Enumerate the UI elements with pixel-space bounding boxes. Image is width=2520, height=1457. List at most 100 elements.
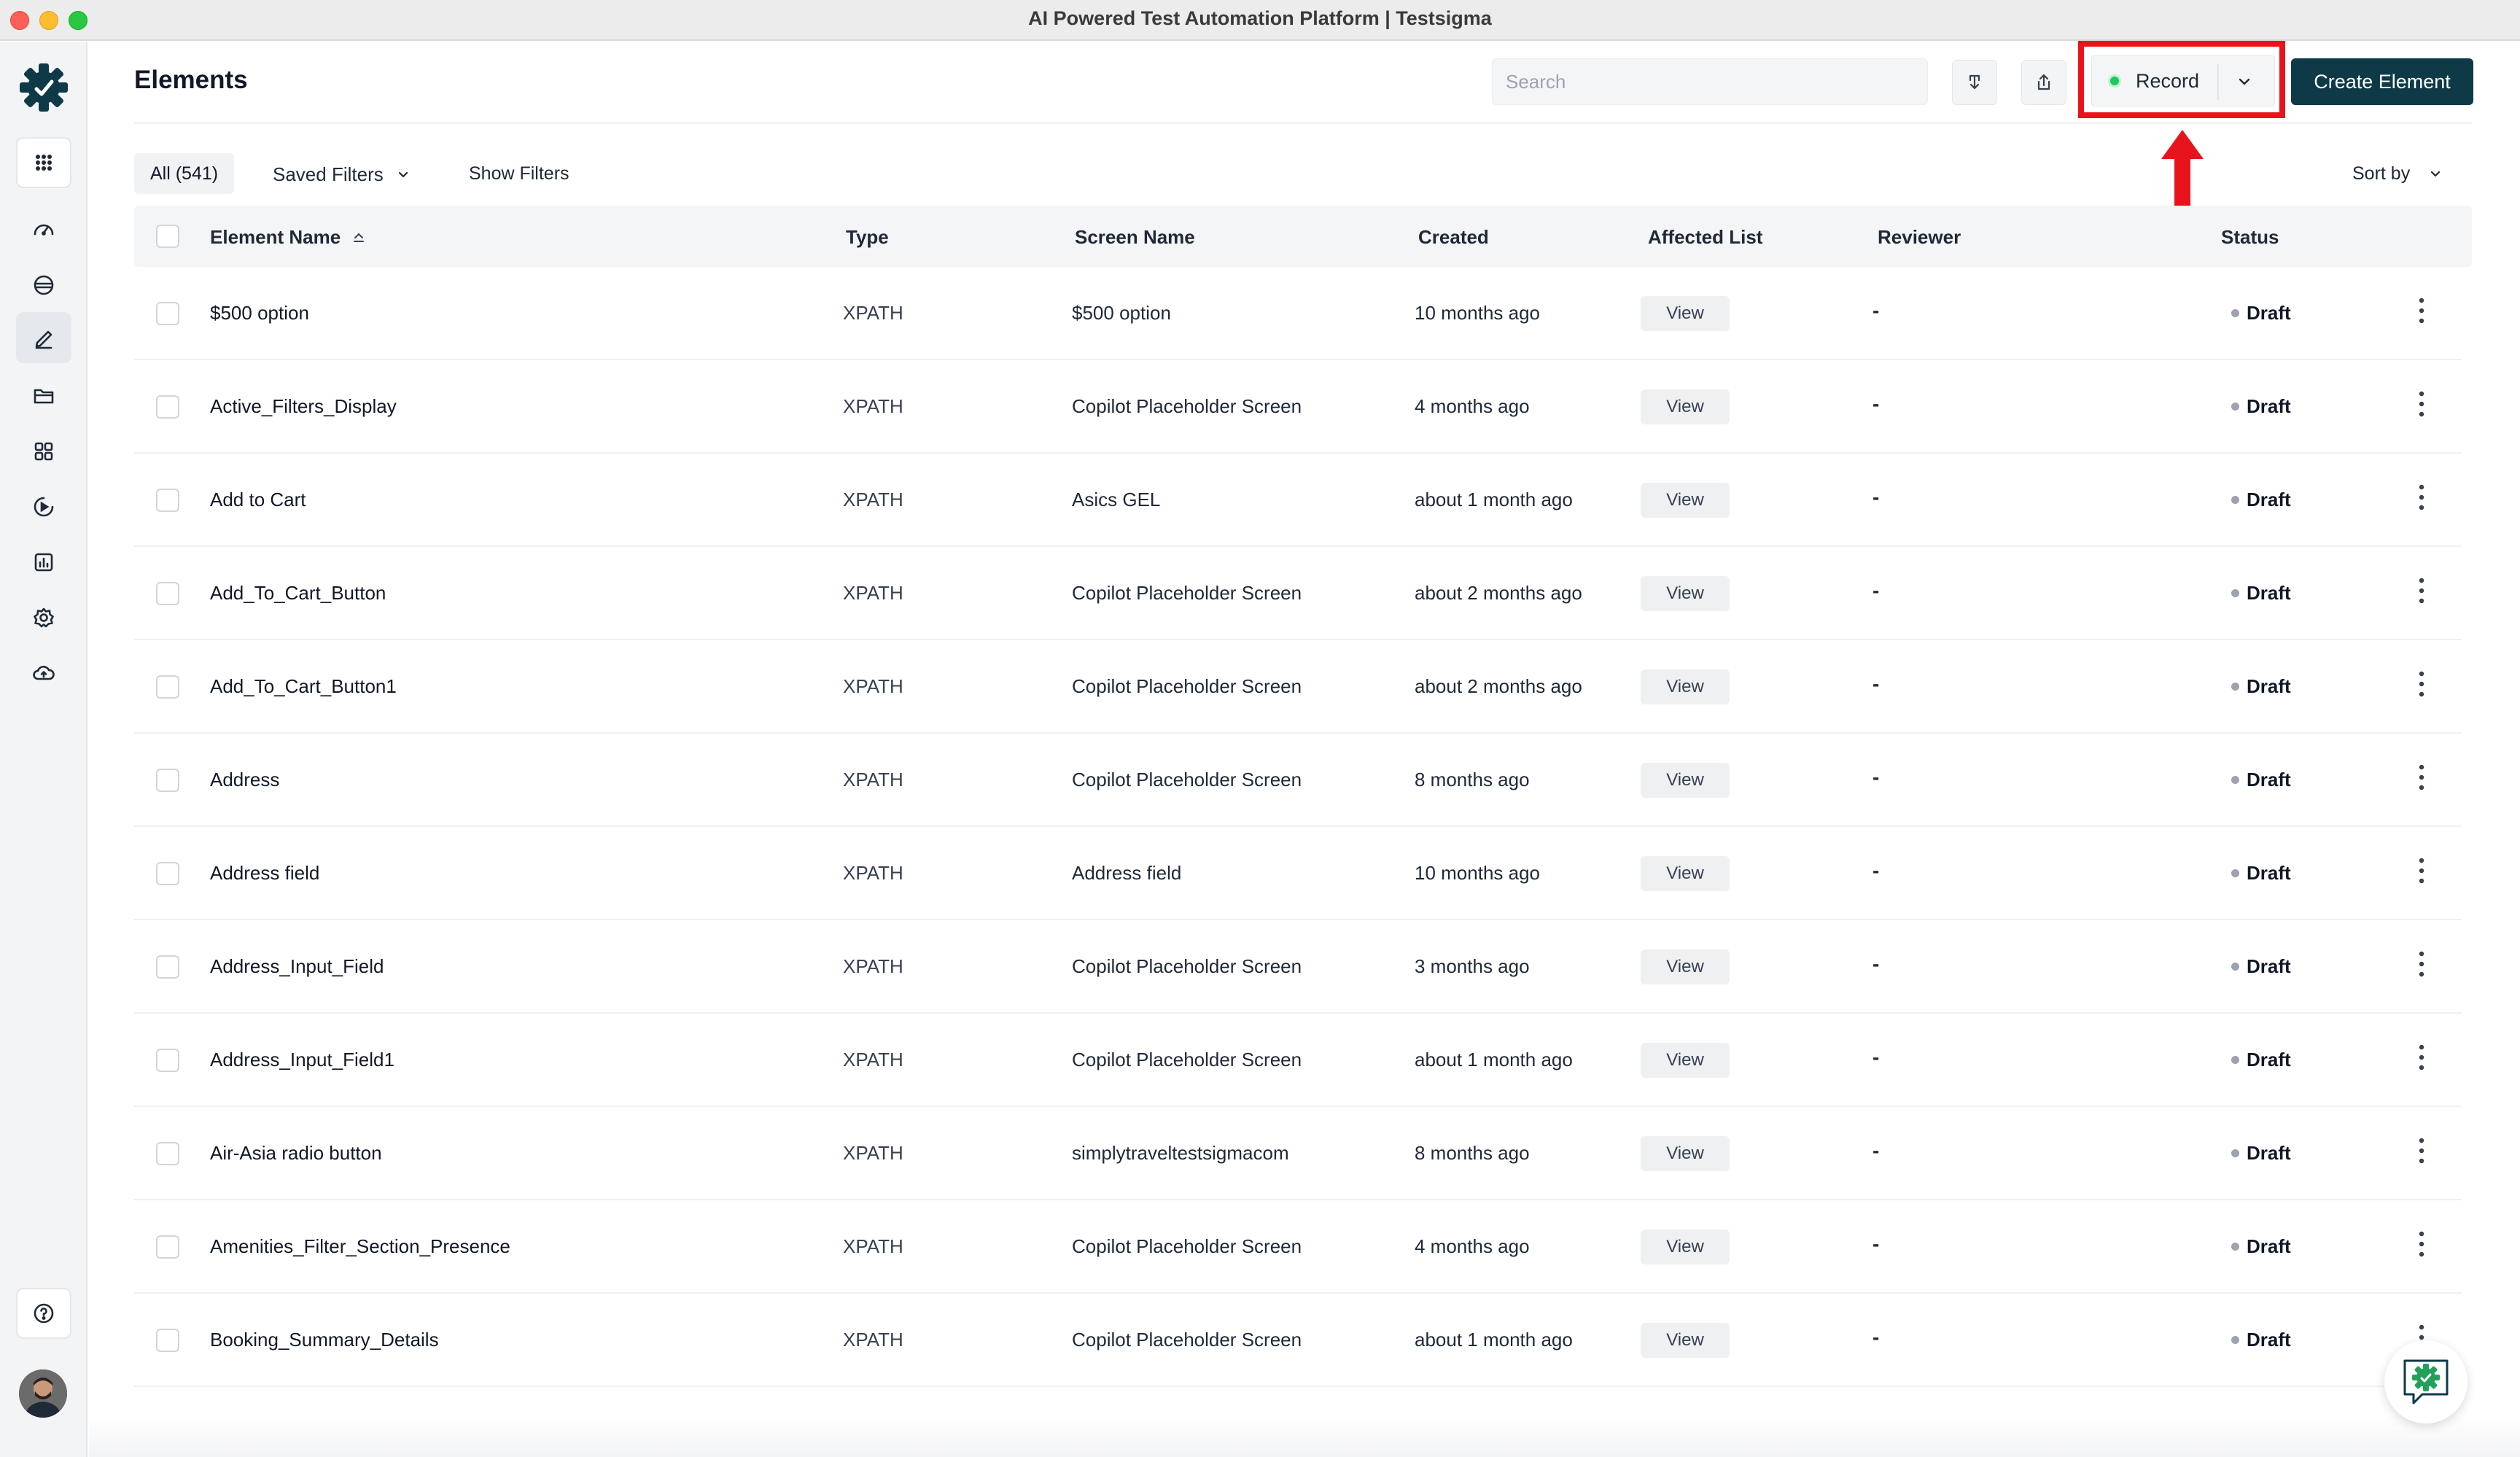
table-row[interactable]: Address_Input_Field1 XPATH Copilot Placeho… <box>134 1014 2462 1107</box>
more-options-icon[interactable] <box>2415 576 2428 605</box>
more-options-icon[interactable] <box>2415 1229 2428 1259</box>
header-divider <box>134 123 2472 124</box>
page-title: Elements <box>134 66 248 94</box>
view-affected-list-button[interactable]: View <box>1641 1136 1730 1171</box>
element-name-cell[interactable]: Add_To_Cart_Button <box>210 582 386 605</box>
column-header-created[interactable]: Created <box>1418 226 1489 249</box>
element-name-cell[interactable]: $500 option <box>210 302 309 325</box>
column-header-type[interactable]: Type <box>846 226 889 249</box>
more-options-icon[interactable] <box>2415 389 2428 419</box>
more-options-icon[interactable] <box>2415 856 2428 885</box>
row-checkbox[interactable] <box>156 675 179 699</box>
table-row[interactable]: Air-Asia radio button XPATH simplytravelte… <box>134 1107 2462 1200</box>
element-name-cell[interactable]: Address field <box>210 862 319 885</box>
dashboard-icon[interactable] <box>16 204 71 255</box>
row-checkbox[interactable] <box>156 955 179 979</box>
row-checkbox[interactable] <box>156 1329 179 1352</box>
view-affected-list-button[interactable]: View <box>1641 389 1730 424</box>
row-checkbox[interactable] <box>156 1142 179 1165</box>
folder-icon[interactable] <box>16 370 71 421</box>
table-row[interactable]: Amenities_Filter_Section_Presence XPATH Co… <box>134 1200 2462 1294</box>
table-row[interactable]: Booking_Summary_Details XPATH Copilot Plac… <box>134 1294 2462 1387</box>
chat-assistant-button[interactable] <box>2384 1340 2468 1423</box>
column-header-reviewer[interactable]: Reviewer <box>1878 226 1961 249</box>
view-affected-list-button[interactable]: View <box>1641 1229 1730 1264</box>
reviewer-cell: - <box>1872 392 1880 415</box>
more-options-icon[interactable] <box>2415 949 2428 979</box>
view-affected-list-button[interactable]: View <box>1641 296 1730 331</box>
add-ons-icon[interactable] <box>16 426 71 477</box>
row-checkbox[interactable] <box>156 489 179 512</box>
table-row[interactable]: Address XPATH Copilot Placeholder Screen 8 … <box>134 734 2462 827</box>
element-name-cell[interactable]: Address_Input_Field1 <box>210 1049 394 1071</box>
create-element-button[interactable]: Create Element <box>2291 58 2473 105</box>
column-header-status[interactable]: Status <box>2221 226 2279 249</box>
row-checkbox[interactable] <box>156 769 179 792</box>
row-checkbox[interactable] <box>156 582 179 605</box>
type-cell: XPATH <box>843 1329 903 1351</box>
table-row[interactable]: Add_To_Cart_Button1 XPATH Copilot Placehol… <box>134 640 2462 734</box>
show-filters-button[interactable]: Show Filters <box>469 163 569 184</box>
view-affected-list-button[interactable]: View <box>1641 949 1730 984</box>
column-header-element-name[interactable]: Element Name <box>210 226 366 249</box>
row-checkbox[interactable] <box>156 862 179 885</box>
created-cell: 10 months ago <box>1415 302 1541 324</box>
apps-grid-icon[interactable] <box>16 137 71 188</box>
view-affected-list-button[interactable]: View <box>1641 483 1730 518</box>
table-row[interactable]: Address_Input_Field XPATH Copilot Placehol… <box>134 920 2462 1014</box>
created-cell: about 1 month ago <box>1415 489 1573 510</box>
test-suites-icon[interactable] <box>16 260 71 311</box>
element-name-cell[interactable]: Air-Asia radio button <box>210 1142 382 1165</box>
row-checkbox[interactable] <box>156 395 179 419</box>
screen-name-cell: Copilot Placeholder Screen <box>1072 675 1302 697</box>
more-options-icon[interactable] <box>2415 296 2428 325</box>
view-affected-list-button[interactable]: View <box>1641 576 1730 611</box>
run-icon[interactable] <box>16 481 71 532</box>
screen-name-cell: Copilot Placeholder Screen <box>1072 1049 1302 1071</box>
testsigma-logo-icon[interactable] <box>19 63 69 112</box>
row-checkbox[interactable] <box>156 1235 179 1259</box>
view-affected-list-button[interactable]: View <box>1641 1043 1730 1078</box>
table-row[interactable]: Address field XPATH Address field 10 months… <box>134 827 2462 920</box>
view-affected-list-button[interactable]: View <box>1641 1323 1730 1358</box>
view-affected-list-button[interactable]: View <box>1641 763 1730 798</box>
element-name-cell[interactable]: Booking_Summary_Details <box>210 1329 439 1351</box>
sort-asc-icon[interactable] <box>351 231 366 246</box>
more-options-icon[interactable] <box>2415 1136 2428 1165</box>
view-affected-list-button[interactable]: View <box>1641 856 1730 891</box>
select-all-checkbox[interactable] <box>156 225 179 248</box>
saved-filters-dropdown[interactable]: Saved Filters <box>273 163 411 186</box>
row-checkbox[interactable] <box>156 1049 179 1072</box>
search-input[interactable] <box>1492 58 1928 105</box>
element-name-cell[interactable]: Address <box>210 769 279 791</box>
element-name-cell[interactable]: Add to Cart <box>210 489 306 511</box>
cloud-upload-icon[interactable] <box>16 648 71 699</box>
export-button[interactable] <box>2021 60 2066 105</box>
type-cell: XPATH <box>843 862 903 884</box>
row-checkbox[interactable] <box>156 302 179 325</box>
sort-by-dropdown[interactable]: Sort by <box>2352 163 2443 184</box>
table-row[interactable]: Active_Filters_Display XPATH Copilot Place… <box>134 360 2462 454</box>
element-name-cell[interactable]: Active_Filters_Display <box>210 395 397 418</box>
more-options-icon[interactable] <box>2415 669 2428 699</box>
all-elements-tab[interactable]: All (541) <box>134 153 235 194</box>
status-label: Draft <box>2247 489 2291 510</box>
user-avatar[interactable] <box>19 1369 67 1418</box>
more-options-icon[interactable] <box>2415 483 2428 512</box>
more-options-icon[interactable] <box>2415 1043 2428 1072</box>
table-row[interactable]: Add_To_Cart_Button XPATH Copilot Placehold… <box>134 547 2462 640</box>
table-row[interactable]: $500 option XPATH $500 option 10 months ago… <box>134 267 2462 360</box>
settings-icon[interactable] <box>16 592 71 643</box>
element-name-cell[interactable]: Add_To_Cart_Button1 <box>210 675 397 698</box>
element-name-cell[interactable]: Amenities_Filter_Section_Presence <box>210 1235 510 1258</box>
column-header-screen-name[interactable]: Screen Name <box>1075 226 1195 249</box>
view-affected-list-button[interactable]: View <box>1641 669 1730 704</box>
elements-icon[interactable] <box>16 312 71 363</box>
table-row[interactable]: Add to Cart XPATH Asics GEL about 1 month a… <box>134 454 2462 547</box>
more-options-icon[interactable] <box>2415 763 2428 792</box>
help-icon[interactable] <box>16 1288 71 1339</box>
import-button[interactable] <box>1952 60 1997 105</box>
status-dot-icon <box>2231 1056 2239 1064</box>
element-name-cell[interactable]: Address_Input_Field <box>210 955 384 978</box>
reports-icon[interactable] <box>16 537 71 588</box>
